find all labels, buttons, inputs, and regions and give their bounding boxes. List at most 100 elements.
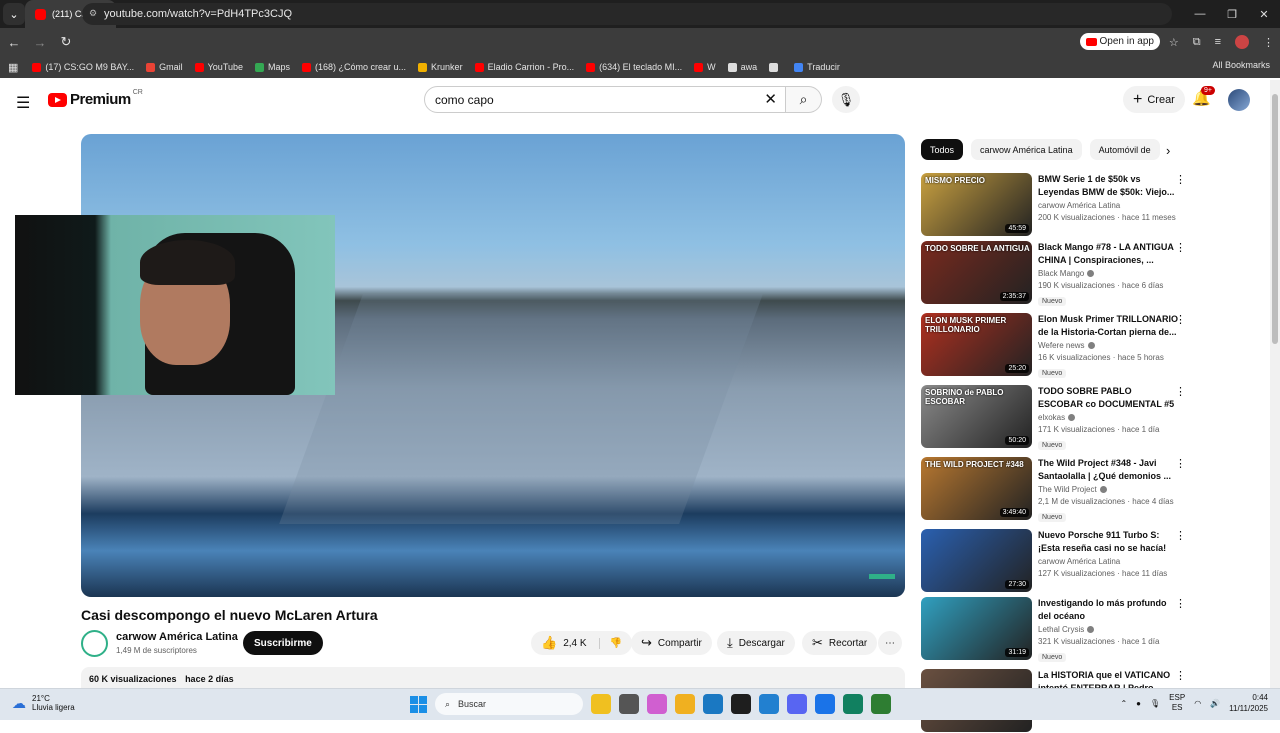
notifications-button[interactable]: 🔔 9+ — [1192, 86, 1215, 107]
recommended-channel[interactable]: The Wild Project — [1038, 485, 1097, 494]
recommended-video[interactable]: 31:19 Investigando lo más profundo del oc… — [921, 597, 1186, 662]
taskbar-app-icon[interactable] — [871, 694, 891, 714]
video-thumbnail[interactable]: SOBRINO de PABLO ESCOBAR 50:20 — [921, 385, 1032, 448]
thumbs-down-icon[interactable]: 👎 — [598, 637, 622, 649]
tab-search-button[interactable]: ⌄ — [3, 3, 25, 25]
recommended-title[interactable]: BMW Serie 1 de $50k vs Leyendas BMW de $… — [1038, 173, 1178, 199]
filter-chip[interactable]: Todos — [921, 139, 964, 160]
channel-avatar[interactable] — [81, 630, 108, 657]
windows-start-icon[interactable] — [410, 695, 427, 713]
chevron-up-icon[interactable]: ⌃ — [1120, 699, 1127, 708]
recommended-video[interactable]: TODO SOBRE LA ANTIGUA 2:35:37 Black Mango … — [921, 241, 1186, 306]
tray-app-icon[interactable]: ● — [1136, 699, 1141, 708]
voice-search-button[interactable]: 🎙 — [832, 86, 860, 113]
taskbar-app-icon[interactable] — [759, 694, 779, 714]
bookmark-item[interactable] — [769, 62, 782, 72]
open-in-app-button[interactable]: Open in app — [1079, 33, 1160, 50]
recommended-channel[interactable]: carwow América Latina — [1038, 201, 1120, 210]
bookmark-item[interactable]: Krunker — [418, 62, 463, 72]
recommended-video[interactable]: MISMO PRECIO 45:59 BMW Serie 1 de $50k vs … — [921, 173, 1186, 237]
recommended-channel[interactable]: carwow América Latina — [1038, 557, 1120, 566]
bookmark-item[interactable]: Traducir — [794, 62, 840, 72]
bookmark-item[interactable]: Eladio Carrion - Pro... — [474, 62, 574, 72]
recommended-channel[interactable]: Wefere news — [1038, 341, 1085, 350]
create-button[interactable]: + Crear — [1123, 86, 1185, 113]
extensions-icon[interactable]: ⧉ — [1193, 36, 1201, 49]
download-button[interactable]: ⤓ Descargar — [717, 631, 795, 655]
taskbar-app-icon[interactable] — [703, 694, 723, 714]
recommended-video[interactable]: THE WILD PROJECT #348 3:49:40 The Wild Pro… — [921, 457, 1186, 522]
video-thumbnail[interactable]: 31:19 — [921, 597, 1032, 660]
video-thumbnail[interactable]: THE WILD PROJECT #348 3:49:40 — [921, 457, 1032, 520]
close-window-icon[interactable]: ✕ — [1248, 8, 1280, 21]
filter-chip[interactable]: carwow América Latina — [971, 139, 1082, 160]
kebab-menu-icon[interactable]: ⋮ — [1175, 597, 1186, 610]
page-scrollbar[interactable] — [1270, 80, 1280, 688]
bookmark-item[interactable]: W — [694, 62, 716, 72]
maximize-icon[interactable]: ❐ — [1216, 8, 1248, 21]
forward-icon[interactable]: → — [28, 35, 52, 50]
bookmark-item[interactable]: Gmail — [146, 62, 183, 72]
recommended-title[interactable]: The Wild Project #348 - Javi Santaolalla… — [1038, 457, 1178, 483]
kebab-menu-icon[interactable]: ⋮ — [1175, 241, 1186, 254]
menu-icon[interactable]: ☰ — [16, 93, 30, 113]
reload-icon[interactable]: ↻ — [54, 34, 78, 50]
mic-tray-icon[interactable]: 🎙 — [1150, 699, 1160, 708]
reading-list-icon[interactable]: ≡ — [1215, 36, 1221, 48]
bookmark-item[interactable]: (17) CS:GO M9 BAY... — [32, 62, 134, 72]
recommended-video[interactable]: SOBRINO de PABLO ESCOBAR 50:20 TODO SOBRE … — [921, 385, 1186, 450]
wifi-icon[interactable]: ◠ — [1194, 699, 1201, 708]
kebab-menu-icon[interactable]: ⋮ — [1175, 529, 1186, 542]
chevron-right-icon[interactable]: › — [1166, 143, 1170, 158]
site-info-icon[interactable]: ⚙ — [89, 8, 97, 19]
recommended-title[interactable]: Nuevo Porsche 911 Turbo S: ¡Esta reseña … — [1038, 529, 1178, 555]
scrollbar-thumb[interactable] — [1272, 94, 1278, 344]
youtube-premium-logo[interactable]: Premium CR — [48, 89, 143, 108]
bookmark-item[interactable]: (634) El teclado MI... — [586, 62, 682, 72]
clip-button[interactable]: ✂ Recortar — [802, 631, 878, 655]
taskbar-app-icon[interactable] — [787, 694, 807, 714]
taskbar-app-icon[interactable] — [731, 694, 751, 714]
recommended-title[interactable]: Elon Musk Primer TRILLONARIO de la Histo… — [1038, 313, 1178, 339]
url-field[interactable]: ⚙ youtube.com/watch?v=PdH4TPc3CJQ — [82, 3, 1172, 25]
kebab-menu-icon[interactable]: ⋮ — [1175, 457, 1186, 470]
kebab-menu-icon[interactable]: ⋮ — [1175, 313, 1186, 326]
more-actions-button[interactable]: ⋯ — [878, 631, 902, 655]
taskbar-app-icon[interactable] — [815, 694, 835, 714]
recommended-title[interactable]: Black Mango #78 - LA ANTIGUA CHINA | Con… — [1038, 241, 1178, 267]
video-thumbnail[interactable]: TODO SOBRE LA ANTIGUA 2:35:37 — [921, 241, 1032, 304]
bookmark-star-icon[interactable]: ☆ — [1169, 36, 1179, 49]
recommended-channel[interactable]: Lethal Crysis — [1038, 625, 1084, 634]
bookmark-item[interactable]: YouTube — [194, 62, 243, 72]
recommended-title[interactable]: Investigando lo más profundo del océano — [1038, 597, 1178, 623]
minimize-icon[interactable]: — — [1184, 8, 1216, 20]
taskbar-app-icon[interactable] — [647, 694, 667, 714]
search-button[interactable]: ⌕ — [786, 86, 822, 113]
video-thumbnail[interactable]: ELON MUSK PRIMER TRILLONARIO 25:20 — [921, 313, 1032, 376]
search-input[interactable]: como capo ✕ — [424, 86, 786, 113]
clock[interactable]: 0:44 11/11/2025 — [1229, 692, 1268, 714]
like-button[interactable]: 👍 2,4 K 👎 — [531, 631, 632, 655]
recommended-channel[interactable]: Black Mango — [1038, 269, 1084, 278]
all-bookmarks[interactable]: All Bookmarks — [1212, 60, 1270, 70]
bookmark-item[interactable]: Maps — [255, 62, 290, 72]
browser-menu-icon[interactable]: ⋮ — [1263, 36, 1274, 49]
taskbar-app-icon[interactable] — [843, 694, 863, 714]
recommended-video[interactable]: 27:30 Nuevo Porsche 911 Turbo S: ¡Esta re… — [921, 529, 1186, 593]
kebab-menu-icon[interactable]: ⋮ — [1175, 173, 1186, 186]
share-button[interactable]: ↪ Compartir — [631, 631, 712, 655]
subscribe-button[interactable]: Suscribirme — [243, 631, 323, 655]
clear-search-icon[interactable]: ✕ — [764, 90, 777, 108]
taskbar-app-icon[interactable] — [591, 694, 611, 714]
bookmark-item[interactable]: awa — [727, 62, 757, 72]
apps-grid-icon[interactable]: ▦ — [8, 61, 18, 74]
channel-name[interactable]: carwow América Latina — [116, 631, 238, 643]
recommended-title[interactable]: TODO SOBRE PABLO ESCOBAR co DOCUMENTAL #… — [1038, 385, 1178, 411]
volume-icon[interactable]: 🔊 — [1210, 699, 1220, 708]
kebab-menu-icon[interactable]: ⋮ — [1175, 669, 1186, 682]
weather-widget[interactable]: ☁ 21°C Lluvia ligera — [12, 694, 75, 712]
taskbar-search[interactable]: ⌕ Buscar — [435, 693, 583, 715]
language-indicator[interactable]: ESP ES — [1169, 693, 1185, 713]
user-avatar[interactable] — [1228, 89, 1250, 111]
taskbar-app-icon[interactable] — [619, 694, 639, 714]
